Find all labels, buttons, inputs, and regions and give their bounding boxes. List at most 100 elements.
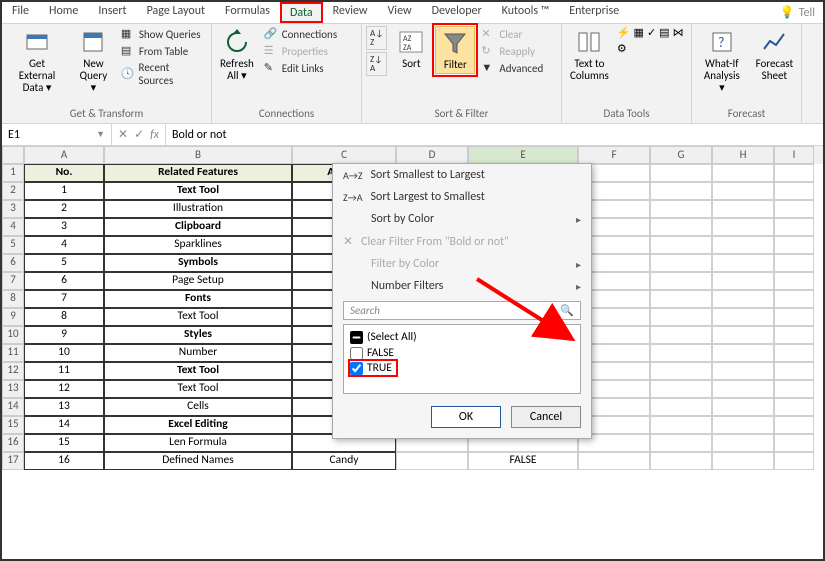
recent-sources-button[interactable]: 🕓Recent Sources bbox=[119, 60, 207, 88]
cell[interactable]: 13 bbox=[24, 398, 104, 416]
cell[interactable] bbox=[712, 254, 774, 272]
new-query-button[interactable]: New Query ▾ bbox=[72, 26, 115, 96]
cell[interactable] bbox=[650, 200, 712, 218]
sort-desc-item[interactable]: Z→ASort Largest to Smallest bbox=[333, 186, 591, 208]
cell[interactable]: Symbols bbox=[104, 254, 292, 272]
cell[interactable] bbox=[650, 398, 712, 416]
formula-input[interactable]: Bold or not bbox=[166, 124, 823, 145]
cell[interactable]: 1 bbox=[24, 182, 104, 200]
edit-links-button[interactable]: ✎Edit Links bbox=[262, 60, 339, 76]
cell[interactable] bbox=[650, 182, 712, 200]
tab-developer[interactable]: Developer bbox=[422, 2, 492, 23]
cell[interactable] bbox=[774, 380, 814, 398]
col-header[interactable]: I bbox=[774, 146, 814, 164]
tab-data[interactable]: Data bbox=[280, 2, 323, 23]
cell[interactable] bbox=[774, 416, 814, 434]
row-header[interactable]: 13 bbox=[2, 380, 24, 398]
cell[interactable]: Text Tool bbox=[104, 182, 292, 200]
cell[interactable]: 14 bbox=[24, 416, 104, 434]
row-header[interactable]: 15 bbox=[2, 416, 24, 434]
cell[interactable] bbox=[712, 290, 774, 308]
cell[interactable]: 4 bbox=[24, 236, 104, 254]
cell[interactable] bbox=[774, 326, 814, 344]
get-external-data-button[interactable]: Get External Data ▾ bbox=[6, 26, 68, 96]
cell[interactable]: FALSE bbox=[468, 452, 578, 470]
check-true[interactable]: TRUE bbox=[350, 361, 396, 375]
row-header[interactable]: 8 bbox=[2, 290, 24, 308]
tab-view[interactable]: View bbox=[378, 2, 422, 23]
cell[interactable] bbox=[650, 344, 712, 362]
whatif-button[interactable]: ?What-If Analysis ▾ bbox=[696, 26, 748, 96]
tool-icon[interactable]: ▤ bbox=[659, 26, 669, 39]
tool-icon[interactable]: ⚙ bbox=[617, 42, 627, 55]
tool-icon[interactable]: ▦ bbox=[634, 26, 644, 39]
cell[interactable]: 11 bbox=[24, 362, 104, 380]
enter-icon[interactable]: ✓ bbox=[134, 127, 144, 142]
row-header[interactable]: 4 bbox=[2, 218, 24, 236]
row-header[interactable]: 10 bbox=[2, 326, 24, 344]
cell[interactable] bbox=[712, 398, 774, 416]
cancel-button[interactable]: Cancel bbox=[511, 406, 581, 428]
cell[interactable]: Text Tool bbox=[104, 362, 292, 380]
cell[interactable] bbox=[650, 272, 712, 290]
cell[interactable]: 9 bbox=[24, 326, 104, 344]
cell[interactable] bbox=[650, 308, 712, 326]
cell[interactable]: 15 bbox=[24, 434, 104, 452]
cell[interactable] bbox=[712, 218, 774, 236]
row-header[interactable]: 7 bbox=[2, 272, 24, 290]
cell[interactable]: Cells bbox=[104, 398, 292, 416]
col-header[interactable]: G bbox=[650, 146, 712, 164]
number-filters-item[interactable]: Number Filters▸ bbox=[333, 275, 591, 297]
tab-formulas[interactable]: Formulas bbox=[215, 2, 280, 23]
cell[interactable]: Len Formula bbox=[104, 434, 292, 452]
tab-file[interactable]: File bbox=[2, 2, 39, 23]
cell[interactable] bbox=[396, 452, 468, 470]
col-header[interactable]: B bbox=[104, 146, 292, 164]
col-header[interactable]: F bbox=[578, 146, 650, 164]
cell[interactable]: 3 bbox=[24, 218, 104, 236]
cell[interactable] bbox=[712, 272, 774, 290]
cell[interactable]: Illustration bbox=[104, 200, 292, 218]
cell[interactable] bbox=[774, 308, 814, 326]
cell[interactable]: 12 bbox=[24, 380, 104, 398]
cell[interactable] bbox=[712, 182, 774, 200]
row-header[interactable]: 9 bbox=[2, 308, 24, 326]
advanced-button[interactable]: ▼Advanced bbox=[479, 60, 545, 76]
tab-kutools[interactable]: Kutools ™ bbox=[492, 2, 560, 23]
cell[interactable]: Clipboard bbox=[104, 218, 292, 236]
cell[interactable] bbox=[712, 236, 774, 254]
cell[interactable]: Styles bbox=[104, 326, 292, 344]
cell[interactable] bbox=[774, 272, 814, 290]
cell[interactable] bbox=[712, 434, 774, 452]
cell[interactable] bbox=[650, 434, 712, 452]
cell[interactable] bbox=[712, 308, 774, 326]
cell[interactable] bbox=[650, 362, 712, 380]
from-table-button[interactable]: ▤From Table bbox=[119, 43, 207, 59]
cell[interactable]: 7 bbox=[24, 290, 104, 308]
cell[interactable] bbox=[774, 362, 814, 380]
row-header[interactable]: 17 bbox=[2, 452, 24, 470]
cell[interactable]: 10 bbox=[24, 344, 104, 362]
row-header[interactable]: 1 bbox=[2, 164, 24, 182]
forecast-sheet-button[interactable]: Forecast Sheet bbox=[752, 26, 797, 84]
cell[interactable] bbox=[712, 362, 774, 380]
ok-button[interactable]: OK bbox=[431, 406, 501, 428]
cell[interactable] bbox=[712, 380, 774, 398]
tab-enterprise[interactable]: Enterprise bbox=[559, 2, 629, 23]
cell[interactable] bbox=[650, 290, 712, 308]
sort-button[interactable]: AZZASort bbox=[391, 26, 431, 72]
tool-icon[interactable]: ⚡ bbox=[617, 26, 631, 39]
fx-icon[interactable]: fx bbox=[150, 128, 159, 142]
cell[interactable] bbox=[712, 200, 774, 218]
cell[interactable] bbox=[650, 326, 712, 344]
col-header[interactable]: E bbox=[468, 146, 578, 164]
cell[interactable]: Page Setup bbox=[104, 272, 292, 290]
cell[interactable] bbox=[650, 254, 712, 272]
cell[interactable] bbox=[712, 344, 774, 362]
row-header[interactable]: 3 bbox=[2, 200, 24, 218]
row-header[interactable]: 5 bbox=[2, 236, 24, 254]
cancel-icon[interactable]: ✕ bbox=[118, 127, 128, 142]
cell[interactable]: 2 bbox=[24, 200, 104, 218]
filter-search-input[interactable]: Search🔍 bbox=[343, 301, 581, 320]
tell-me[interactable]: 💡Tell bbox=[772, 2, 823, 23]
